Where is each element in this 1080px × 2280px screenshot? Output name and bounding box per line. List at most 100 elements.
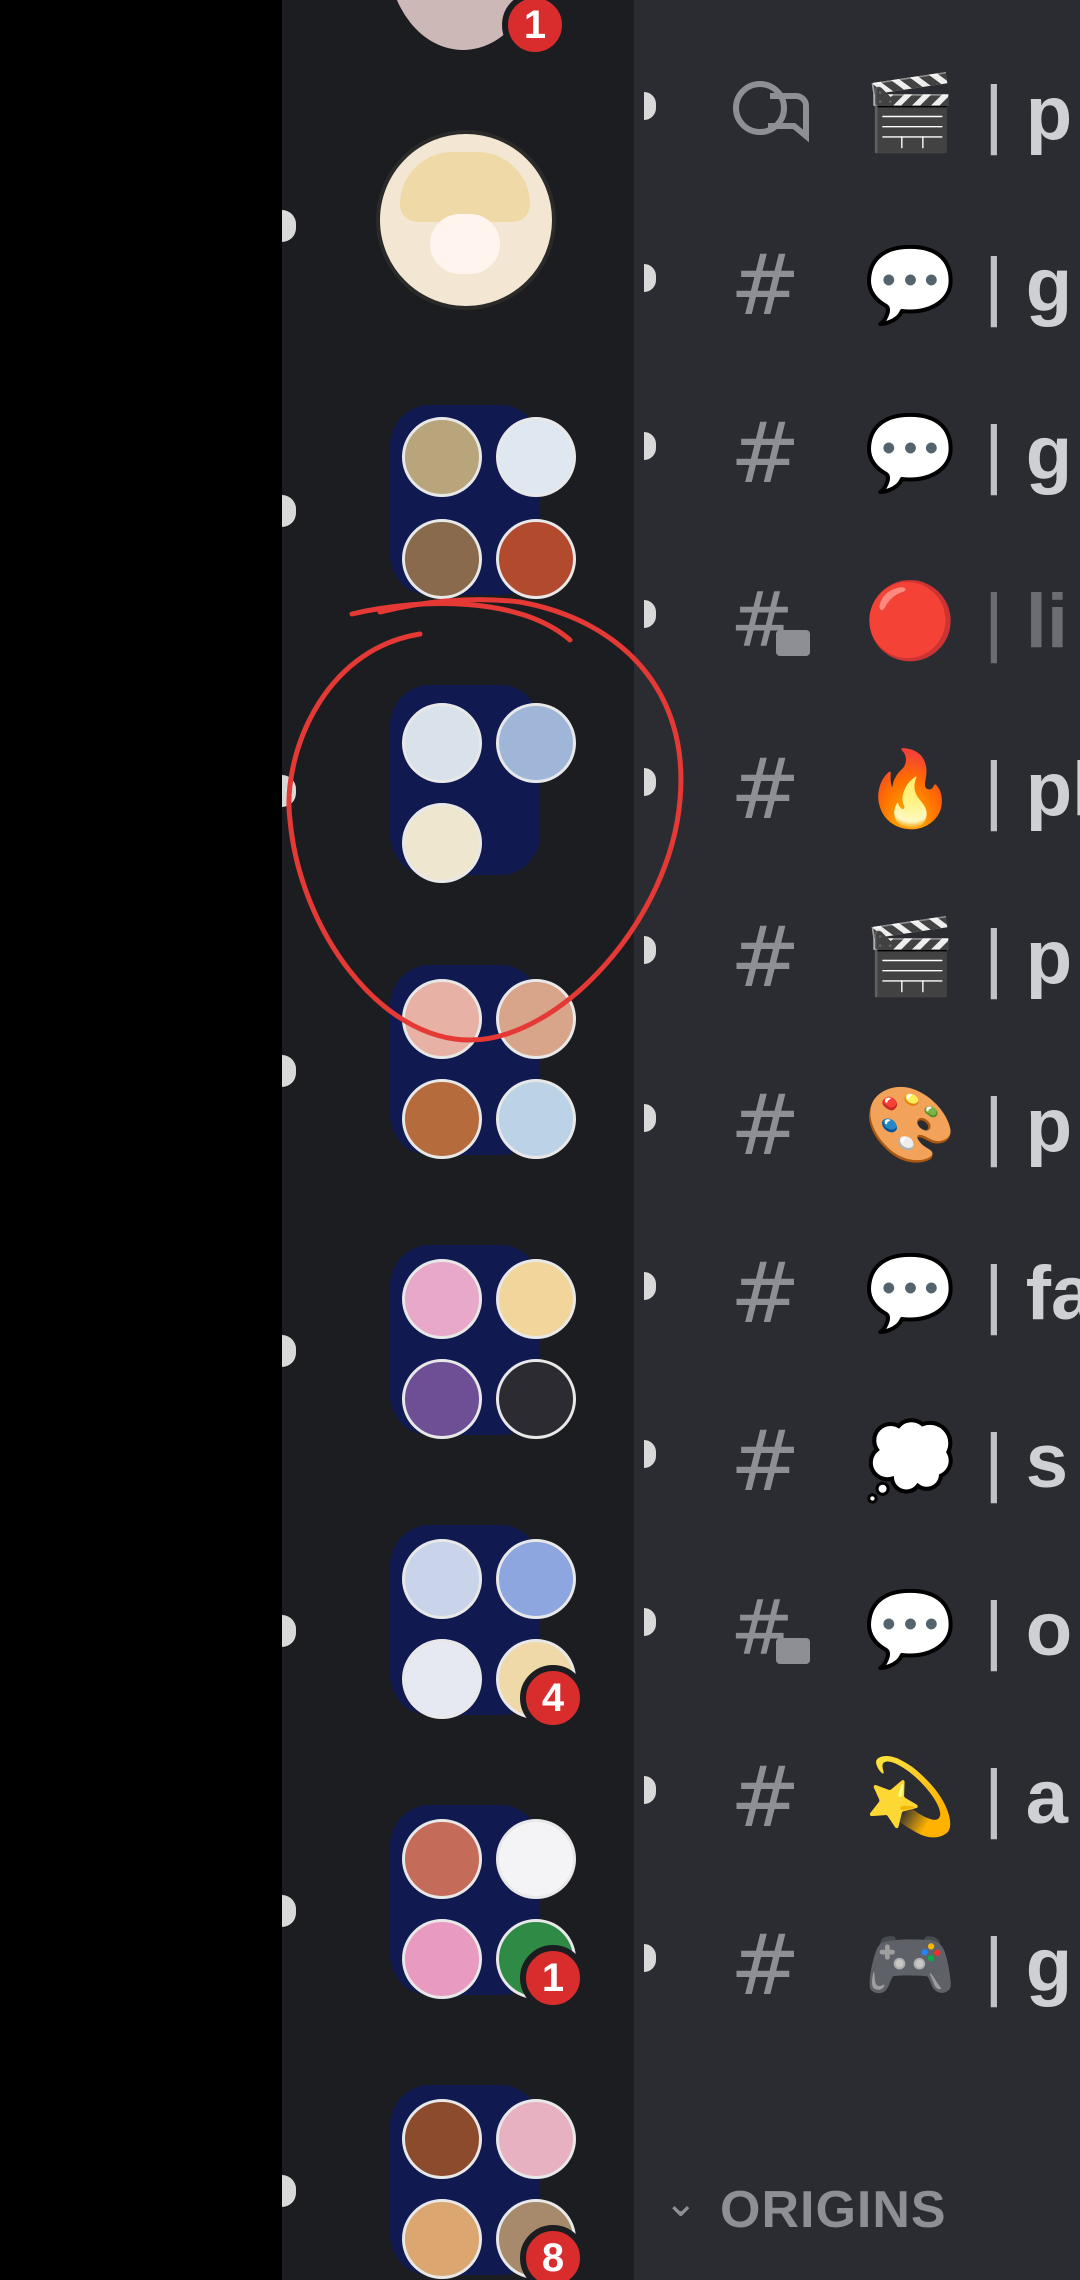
channel-item[interactable]: # 💭 | s xyxy=(634,1398,1080,1518)
separator: | xyxy=(984,1587,1004,1672)
separator: | xyxy=(984,915,1004,1000)
unread-indicator xyxy=(644,768,656,796)
unread-indicator xyxy=(644,1272,656,1300)
separator: | xyxy=(984,411,1004,496)
channel-name-text: g xyxy=(1025,1923,1073,2008)
channel-emoji: 💬 xyxy=(864,1586,957,1672)
server-folder-5[interactable]: 4 xyxy=(282,1515,586,1735)
server-sidebar[interactable]: 1 4 1 8 xyxy=(282,0,634,2280)
separator: | xyxy=(984,579,1004,664)
unread-pill xyxy=(282,1055,296,1087)
channel-name-text: p xyxy=(1025,71,1073,156)
hash-icon: # xyxy=(730,1244,801,1342)
unread-pill xyxy=(282,1895,296,1927)
separator: | xyxy=(984,71,1004,156)
channel-item[interactable]: # 💬 | g xyxy=(634,390,1080,510)
unread-indicator xyxy=(644,264,656,292)
server-folder-6[interactable]: 1 xyxy=(282,1795,586,2015)
folder-server-icon xyxy=(496,1079,576,1159)
folder-server-icon xyxy=(496,519,576,599)
channel-emoji: 💭 xyxy=(864,1418,957,1504)
folder-server-icon xyxy=(402,1539,482,1619)
mention-badge: 4 xyxy=(520,1665,586,1731)
unread-indicator xyxy=(644,1608,656,1636)
channel-name-text: pl xyxy=(1025,747,1080,832)
channel-emoji: 🎬 xyxy=(864,70,957,156)
channel-name: | g xyxy=(984,1928,1072,2004)
server-folder-1[interactable] xyxy=(282,395,586,615)
channel-name: |pl xyxy=(984,752,1080,828)
mention-badge: 8 xyxy=(520,2225,586,2280)
folder-server-icon xyxy=(402,703,482,783)
channel-item[interactable]: # 🔴 | li xyxy=(634,558,1080,678)
unread-indicator xyxy=(644,92,656,120)
folder-server-icon xyxy=(402,803,482,883)
unread-pill xyxy=(282,1335,296,1367)
folder-server-icon xyxy=(402,1919,482,1999)
channel-item[interactable]: 🎬 | p xyxy=(634,50,1080,170)
unread-pill xyxy=(282,495,296,527)
unread-pill xyxy=(282,210,296,242)
unread-indicator xyxy=(644,1944,656,1972)
server-folder-3[interactable] xyxy=(282,955,586,1175)
channel-name: | fa xyxy=(984,1256,1080,1332)
channel-name-text: g xyxy=(1025,243,1073,328)
channel-emoji: 💬 xyxy=(864,1250,957,1336)
thread-hash-icon: # xyxy=(730,575,812,664)
unread-pill xyxy=(282,2175,296,2207)
channel-item[interactable]: # 🎨 | p xyxy=(634,1062,1080,1182)
hash-icon: # xyxy=(730,1412,801,1510)
hash-icon: # xyxy=(730,1916,801,2014)
server-avatar xyxy=(376,130,556,310)
folder-server-icon xyxy=(496,2099,576,2179)
folder-server-icon xyxy=(402,519,482,599)
unread-pill xyxy=(282,775,296,807)
forum-icon xyxy=(730,72,812,154)
channel-name: | g xyxy=(984,416,1072,492)
channel-emoji: 🔴 xyxy=(864,578,957,664)
channel-item[interactable]: # 💫 | a xyxy=(634,1734,1080,1854)
channel-name-text: li xyxy=(1025,579,1068,664)
unread-indicator xyxy=(644,1104,656,1132)
channel-item[interactable]: # 💬 | fa xyxy=(634,1230,1080,1350)
channel-name: | a xyxy=(984,1760,1068,1836)
folder-server-icon xyxy=(402,1819,482,1899)
folder-server-icon xyxy=(402,1079,482,1159)
folder-server-icon xyxy=(496,1539,576,1619)
category-header[interactable]: ⌄ ORIGINS xyxy=(634,2170,1080,2250)
channel-emoji: 🎬 xyxy=(864,914,957,1000)
hash-icon: # xyxy=(730,236,801,334)
separator: | xyxy=(984,243,1004,328)
channel-item[interactable]: # 🎮 | g xyxy=(634,1902,1080,2022)
server-folder-7[interactable]: 8 xyxy=(282,2075,586,2280)
folder-server-icon xyxy=(402,2199,482,2279)
channel-item[interactable]: # 💬 | o xyxy=(634,1566,1080,1686)
black-letterbox xyxy=(0,0,282,2280)
mention-badge: 1 xyxy=(520,1945,586,2011)
folder-server-icon xyxy=(496,1819,576,1899)
folder-server-icon xyxy=(496,417,576,497)
channel-item[interactable]: # 🔥 |pl xyxy=(634,726,1080,846)
channel-name-text: o xyxy=(1025,1587,1073,1672)
hash-icon: # xyxy=(730,740,801,838)
mention-badge: 1 xyxy=(502,0,568,58)
channel-emoji: 💬 xyxy=(864,242,957,328)
channel-emoji: 🎮 xyxy=(864,1922,957,2008)
server-icon-anime[interactable] xyxy=(282,120,586,340)
folder-server-icon xyxy=(496,1259,576,1339)
channel-name-text: fa xyxy=(1025,1251,1080,1336)
channel-name-text: p xyxy=(1025,1083,1073,1168)
server-folder-2[interactable] xyxy=(282,675,586,895)
channel-name: | p xyxy=(984,1088,1072,1164)
server-folder-4[interactable] xyxy=(282,1235,586,1455)
server-icon-top[interactable]: 1 xyxy=(346,0,586,80)
channel-name-text: s xyxy=(1025,1419,1069,1504)
folder-server-icon xyxy=(402,417,482,497)
channel-list[interactable]: 🎬|p#💬|g#💬|g#🔴|li#🔥|pl#🎬|p#🎨|p#💬|fa#💭|s#💬… xyxy=(634,0,1080,2280)
separator: | xyxy=(984,1923,1004,2008)
separator: | xyxy=(984,1083,1004,1168)
unread-indicator xyxy=(644,432,656,460)
channel-item[interactable]: # 💬 | g xyxy=(634,222,1080,342)
channel-emoji: 🎨 xyxy=(864,1082,957,1168)
channel-item[interactable]: # 🎬 | p xyxy=(634,894,1080,1014)
